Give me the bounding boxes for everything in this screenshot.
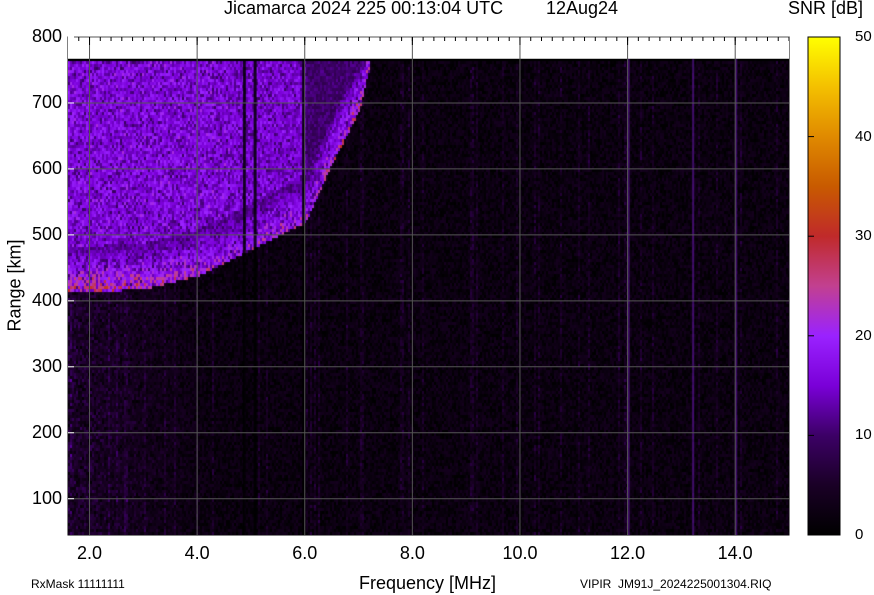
colorbar-tick-label: 0 [855,526,864,543]
colorbar [807,36,841,536]
colorbar-tick-label: 30 [855,227,872,245]
file-label: VIPIR JM91J_2024225001304.RIQ [580,577,772,591]
y-axis-label: Range [km] [4,239,25,332]
x-tick-label: 6.0 [292,543,318,563]
colorbar-label: SNR [dB] [788,0,864,18]
y-tick-label: 300 [31,355,62,376]
rxmask-label: RxMask 11111111 [31,577,125,591]
y-tick-label: 200 [31,421,62,442]
y-tick-label: 500 [31,223,62,244]
colorbar-tick-label: 50 [855,28,872,45]
chart-title: Jicamarca 2024 225 00:13:04 UTC [224,0,504,18]
y-tick-label: 400 [31,289,62,310]
ionogram-chart [67,36,841,536]
x-tick-label: 10.0 [502,543,538,563]
x-tick-label: 4.0 [184,543,210,563]
snr-heatmap [68,37,789,535]
colorbar-tick-label: 40 [855,127,872,145]
x-tick-label: 8.0 [399,543,425,563]
y-tick-label: 600 [31,157,62,178]
colorbar-tick-label: 20 [855,326,872,344]
heatmap-image [68,37,789,535]
top-blank-strip [68,37,789,59]
y-tick-label: 800 [31,26,62,46]
chart-date: 12Aug24 [546,0,619,18]
y-tick-label: 700 [31,91,62,112]
x-tick-label: 12.0 [610,543,646,563]
x-tick-label: 2.0 [77,543,103,563]
x-tick-label: 14.0 [717,543,753,563]
y-tick-label: 100 [31,487,62,508]
colorbar-tick-label: 10 [855,426,872,444]
x-axis-label: Frequency [MHz] [359,573,497,593]
